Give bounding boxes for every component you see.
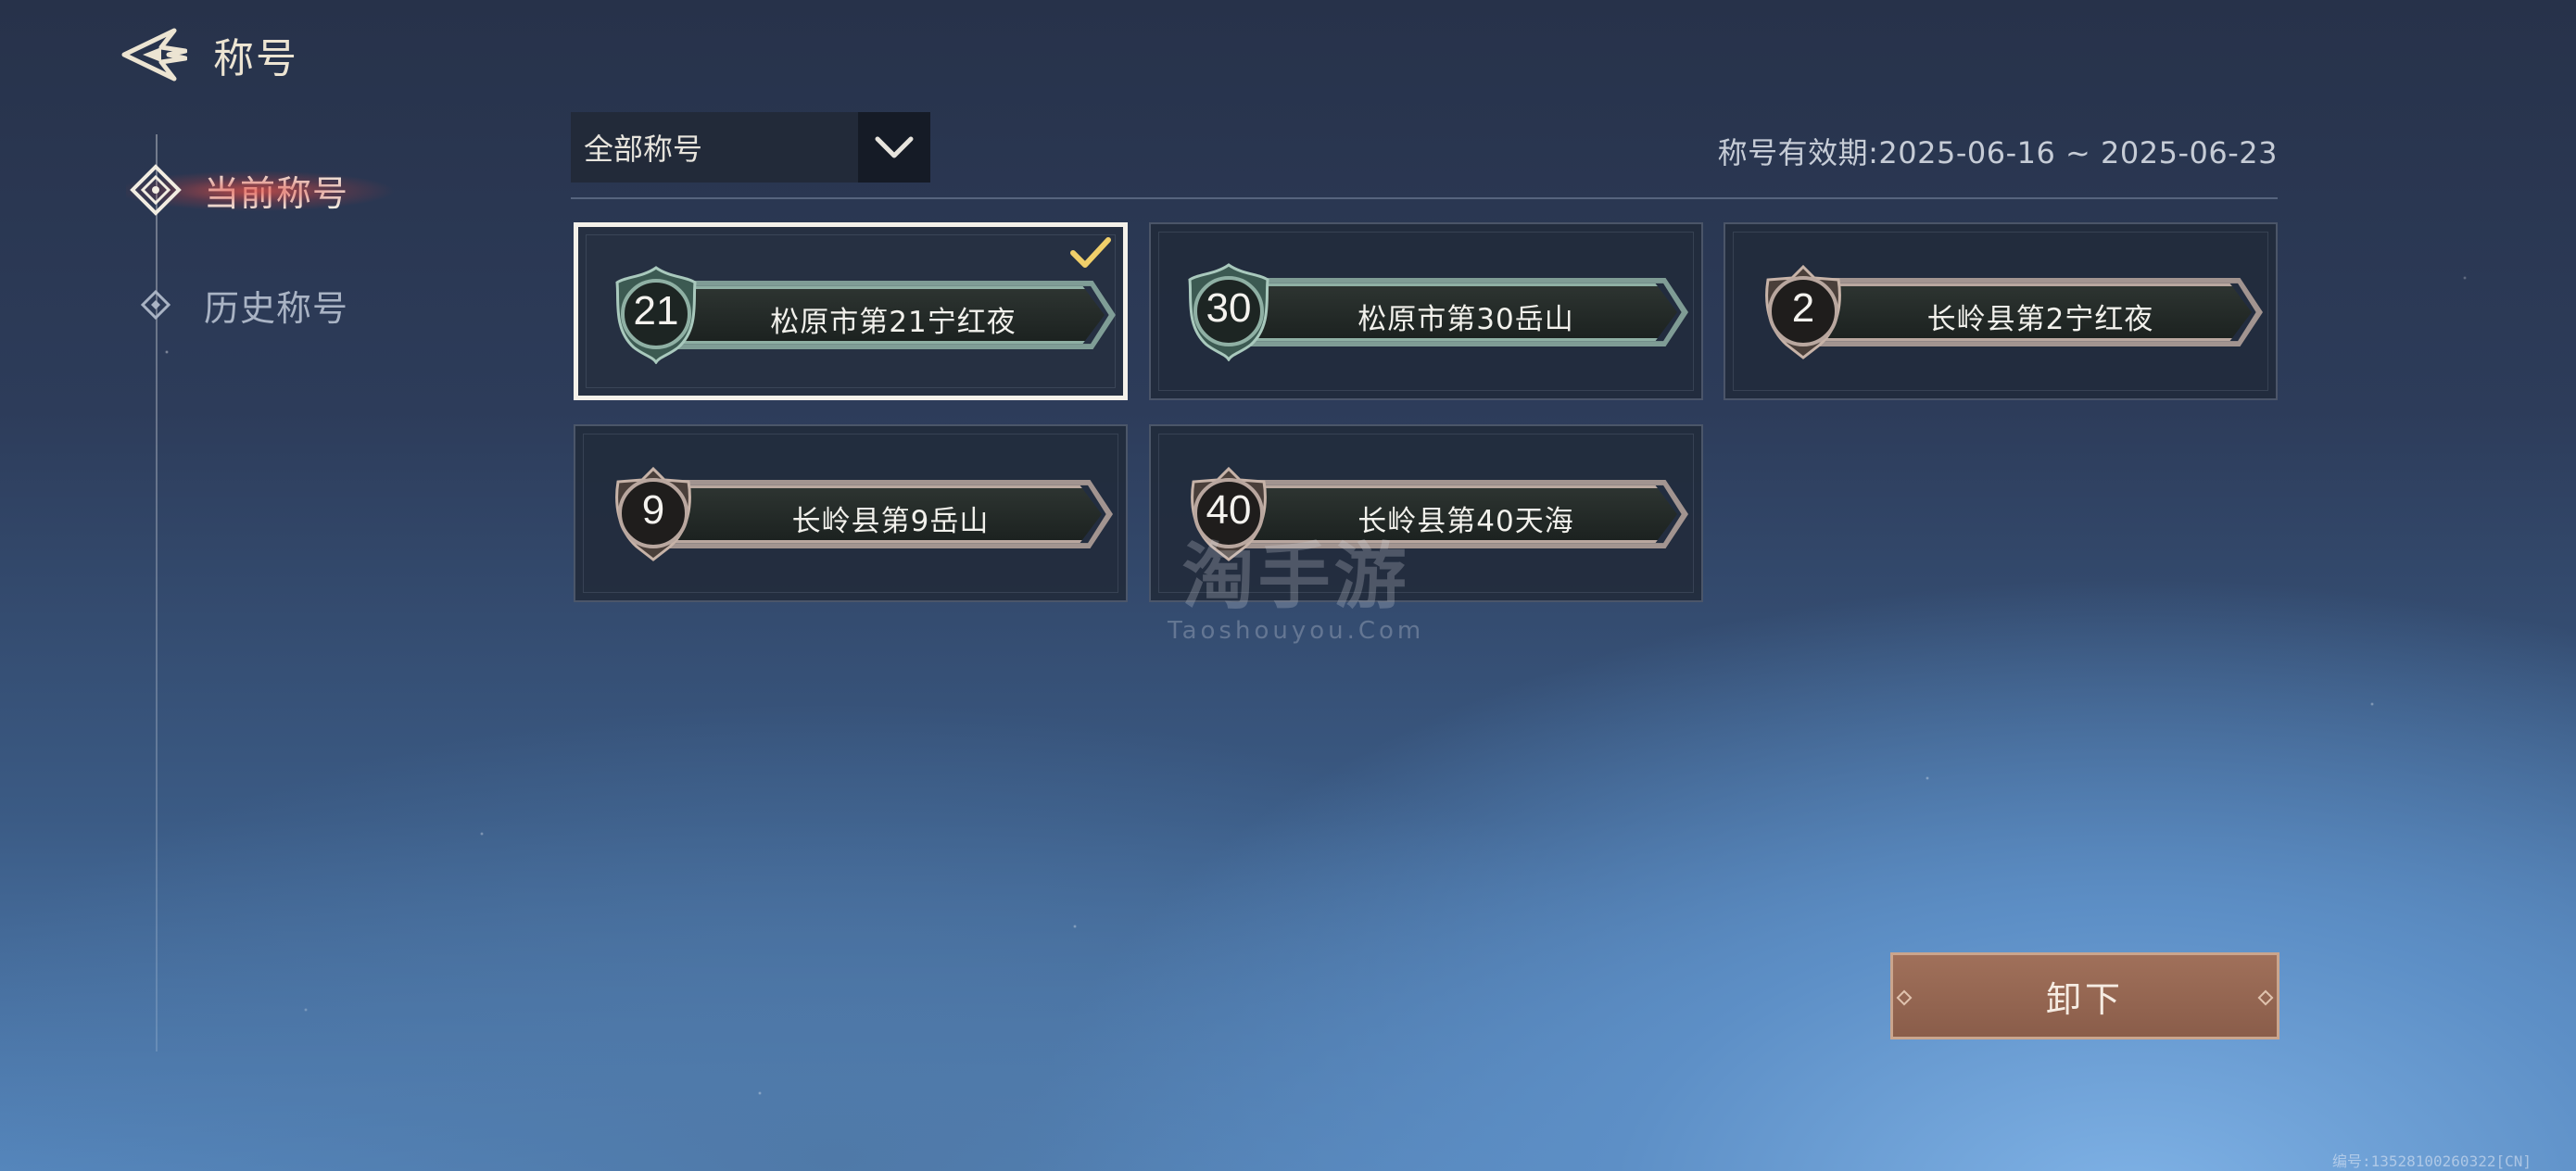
title-card[interactable]: 2 长岭县第2宁红夜 <box>1724 222 2278 400</box>
title-card[interactable]: 40 长岭县第40天海 <box>1149 424 1703 602</box>
title-card[interactable]: 21 松原市第21宁红夜 <box>574 222 1128 400</box>
rank-number: 2 <box>1791 285 1815 331</box>
watermark-en: Taoshouyou.Com <box>1168 617 1425 645</box>
title-card[interactable]: 30 松原市第30岳山 <box>1149 222 1703 400</box>
title-filter-dropdown[interactable]: 全部称号 <box>571 112 930 183</box>
sidebar-divider-line <box>156 134 158 1051</box>
sidebar-item-label: 当前称号 <box>204 172 349 214</box>
small-diamond-icon <box>130 279 182 331</box>
rank-number: 21 <box>633 288 679 334</box>
filter-selected-label: 全部称号 <box>584 132 703 167</box>
back-arrow-icon <box>121 28 187 82</box>
sidebar-item-label: 历史称号 <box>204 287 349 329</box>
serial-number: 编号:13528100260322[CN] <box>2331 1152 2532 1170</box>
back-button[interactable] <box>119 24 189 85</box>
page-header: 称号 <box>119 22 298 87</box>
title-name: 松原市第21宁红夜 <box>770 306 1017 339</box>
header-divider <box>571 197 2278 199</box>
title-card[interactable]: 9 长岭县第9岳山 <box>574 424 1128 602</box>
unequip-button-label: 卸下 <box>2045 978 2124 1020</box>
validity-range: 2025-06-16 ~ 2025-06-23 <box>1878 135 2278 170</box>
title-name: 长岭县第2宁红夜 <box>1926 303 2154 336</box>
rank-number: 9 <box>641 487 665 533</box>
title-name: 长岭县第9岳山 <box>791 505 990 538</box>
rank-number: 40 <box>1206 487 1252 533</box>
validity-label: 称号有效期: <box>1717 135 1879 170</box>
sidebar-item-history-titles[interactable]: 历史称号 <box>130 274 348 335</box>
title-plate: 9 长岭县第9岳山 <box>603 463 1115 563</box>
title-name: 松原市第30岳山 <box>1357 303 1574 336</box>
title-plate: 40 长岭县第40天海 <box>1179 463 1690 563</box>
unequip-button[interactable]: 卸下 <box>1890 952 2279 1039</box>
chevron-down-icon[interactable] <box>858 112 930 183</box>
title-plate: 30 松原市第30岳山 <box>1179 261 1690 361</box>
rank-number: 30 <box>1206 285 1252 331</box>
page-title: 称号 <box>213 35 298 82</box>
sidebar-item-current-titles[interactable]: 当前称号 <box>126 159 404 220</box>
title-plate: 21 松原市第21宁红夜 <box>606 264 1118 364</box>
title-validity: 称号有效期:2025-06-16 ~ 2025-06-23 <box>1718 130 2278 172</box>
title-name: 长岭县第40天海 <box>1357 505 1574 538</box>
diamond-compass-icon <box>130 164 182 216</box>
title-plate: 2 长岭县第2宁红夜 <box>1753 261 2265 361</box>
